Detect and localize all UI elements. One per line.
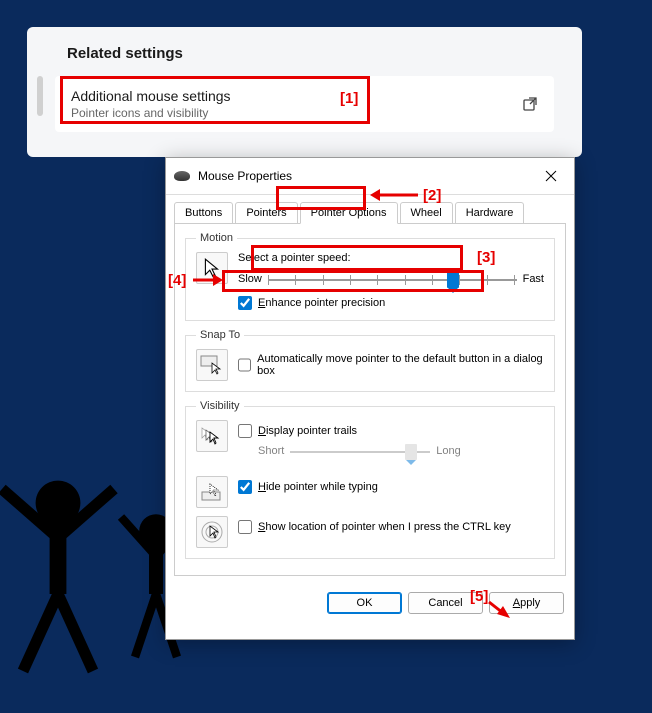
trails-slider bbox=[290, 442, 430, 460]
trails-long-label: Long bbox=[436, 445, 460, 457]
motion-legend: Motion bbox=[196, 232, 237, 244]
hide-while-typing-label[interactable]: Hide pointer while typing bbox=[258, 481, 378, 493]
snap-to-legend: Snap To bbox=[196, 329, 244, 341]
apply-button[interactable]: Apply bbox=[489, 592, 564, 614]
tab-wheel[interactable]: Wheel bbox=[400, 202, 453, 224]
snap-to-checkbox[interactable] bbox=[238, 358, 251, 372]
tab-hardware[interactable]: Hardware bbox=[455, 202, 525, 224]
enhance-precision-checkbox[interactable] bbox=[238, 296, 252, 310]
hide-typing-icon bbox=[196, 476, 228, 508]
enhance-precision-label[interactable]: Enhance pointer precision bbox=[258, 297, 385, 309]
snap-to-label[interactable]: Automatically move pointer to the defaul… bbox=[257, 353, 544, 377]
mouse-properties-dialog: Mouse Properties Buttons Pointers Pointe… bbox=[165, 157, 575, 640]
ok-button[interactable]: OK bbox=[327, 592, 402, 614]
ctrl-locate-icon bbox=[196, 516, 228, 548]
close-icon bbox=[545, 170, 557, 182]
visibility-group: Visibility Display pointer trails Short bbox=[185, 400, 555, 559]
tab-buttons[interactable]: Buttons bbox=[174, 202, 233, 224]
trails-icon bbox=[196, 420, 228, 452]
tabs-row: Buttons Pointers Pointer Options Wheel H… bbox=[166, 195, 574, 223]
dialog-title: Mouse Properties bbox=[198, 169, 536, 183]
fast-label: Fast bbox=[523, 273, 544, 285]
show-location-ctrl-checkbox[interactable] bbox=[238, 520, 252, 534]
settings-heading: Related settings bbox=[67, 45, 554, 62]
pointer-trails-checkbox[interactable] bbox=[238, 424, 252, 438]
cancel-button[interactable]: Cancel bbox=[408, 592, 483, 614]
visibility-legend: Visibility bbox=[196, 400, 244, 412]
slow-label: Slow bbox=[238, 273, 262, 285]
close-button[interactable] bbox=[536, 164, 566, 188]
additional-mouse-settings-row[interactable]: Additional mouse settings Pointer icons … bbox=[55, 76, 554, 132]
scroll-indicator bbox=[37, 76, 43, 116]
snap-to-group: Snap To Automatically move pointer to th… bbox=[185, 329, 555, 392]
mouse-icon bbox=[174, 171, 190, 181]
tab-pointers[interactable]: Pointers bbox=[235, 202, 297, 224]
dialog-body: Motion Select a pointer speed: Slow bbox=[174, 223, 566, 576]
settings-item-subtitle: Pointer icons and visibility bbox=[71, 106, 522, 120]
pointer-trails-label[interactable]: Display pointer trails bbox=[258, 425, 357, 437]
pointer-speed-label: Select a pointer speed: bbox=[238, 252, 544, 264]
pointer-speed-slider[interactable] bbox=[268, 270, 517, 288]
dialog-titlebar: Mouse Properties bbox=[166, 158, 574, 195]
settings-item-title: Additional mouse settings bbox=[71, 88, 522, 104]
tab-pointer-options[interactable]: Pointer Options bbox=[300, 202, 398, 224]
snap-icon bbox=[196, 349, 228, 381]
external-link-icon bbox=[522, 96, 538, 112]
trails-short-label: Short bbox=[258, 445, 284, 457]
dialog-buttons-row: OK Cancel Apply bbox=[166, 584, 574, 622]
settings-panel: Related settings Additional mouse settin… bbox=[27, 27, 582, 157]
hide-while-typing-checkbox[interactable] bbox=[238, 480, 252, 494]
show-location-ctrl-label[interactable]: Show location of pointer when I press th… bbox=[258, 521, 511, 533]
motion-group: Motion Select a pointer speed: Slow bbox=[185, 232, 555, 321]
cursor-preview-icon bbox=[196, 252, 228, 284]
